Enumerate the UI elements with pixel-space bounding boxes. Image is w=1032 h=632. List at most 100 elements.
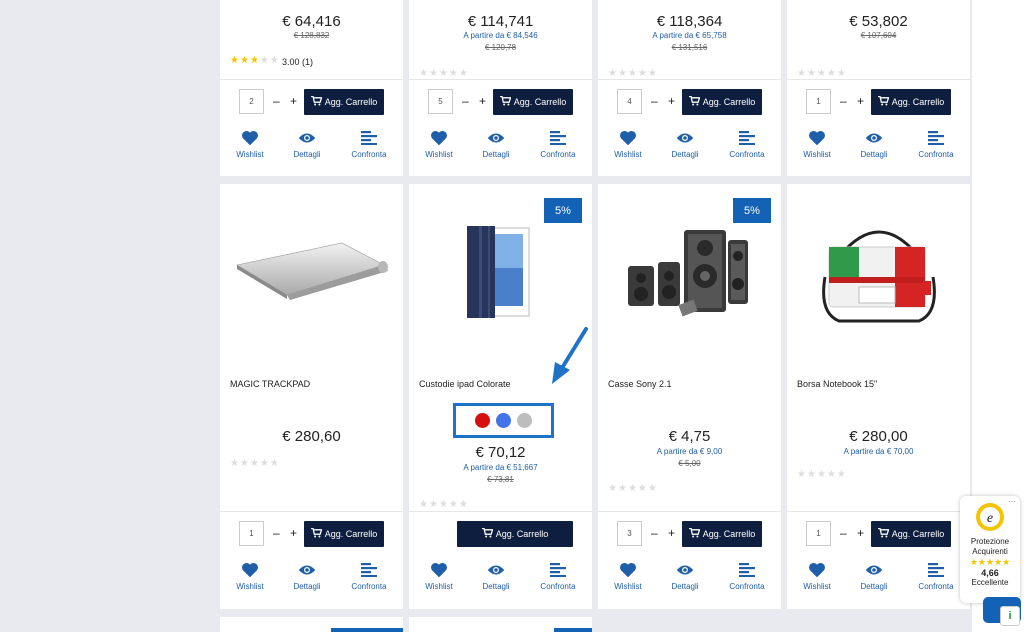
product-card-partial bbox=[409, 617, 592, 632]
trust-stars: ★★★★★ bbox=[969, 557, 1011, 567]
star-icon: ★ bbox=[269, 458, 280, 469]
eye-icon bbox=[282, 562, 332, 578]
details-button[interactable]: Dettagli bbox=[471, 562, 521, 591]
wishlist-button[interactable]: Wishlist bbox=[225, 130, 275, 159]
star-icon: ★ bbox=[617, 483, 628, 494]
quantity-plus-button[interactable]: + bbox=[290, 94, 297, 108]
star-icon: ★ bbox=[458, 499, 469, 510]
wishlist-button[interactable]: Wishlist bbox=[792, 562, 842, 591]
quantity-minus-button[interactable]: – bbox=[651, 526, 658, 540]
wishlist-button[interactable]: Wishlist bbox=[792, 130, 842, 159]
wishlist-button[interactable]: Wishlist bbox=[603, 562, 653, 591]
compare-button[interactable]: Confronta bbox=[911, 130, 961, 159]
compare-list-icon bbox=[722, 130, 772, 146]
details-label: Dettagli bbox=[482, 582, 510, 591]
quantity-minus-button[interactable]: – bbox=[651, 94, 658, 108]
compare-label: Confronta bbox=[729, 582, 765, 591]
compare-button[interactable]: Confronta bbox=[722, 130, 772, 159]
compare-button[interactable]: Confronta bbox=[344, 130, 394, 159]
details-button[interactable]: Dettagli bbox=[849, 562, 899, 591]
product-image[interactable] bbox=[787, 214, 970, 329]
compare-list-icon bbox=[533, 562, 583, 578]
quantity-minus-button[interactable]: – bbox=[840, 94, 847, 108]
product-price-from: A partire da € 51,667 bbox=[463, 463, 538, 472]
heart-icon bbox=[603, 562, 653, 578]
add-to-cart-button[interactable]: Agg. Carrello bbox=[304, 89, 384, 115]
quantity-plus-button[interactable]: + bbox=[857, 526, 864, 540]
quantity-input[interactable]: 3 bbox=[617, 521, 642, 546]
compare-button[interactable]: Confronta bbox=[722, 562, 772, 591]
quantity-minus-button[interactable]: – bbox=[462, 94, 469, 108]
wishlist-button[interactable]: Wishlist bbox=[414, 130, 464, 159]
product-image[interactable] bbox=[409, 214, 592, 329]
details-label: Dettagli bbox=[860, 150, 888, 159]
compare-button[interactable]: Confronta bbox=[533, 562, 583, 591]
add-to-cart-button[interactable]: Agg. Carrello bbox=[457, 521, 573, 547]
quantity-minus-button[interactable]: – bbox=[273, 526, 280, 540]
star-icon: ★ bbox=[816, 469, 827, 480]
quantity-input[interactable]: 1 bbox=[806, 521, 831, 546]
product-price-from: A partire da € 9,00 bbox=[656, 447, 723, 456]
quantity-minus-button[interactable]: – bbox=[273, 94, 280, 108]
star-icon: ★ bbox=[230, 55, 240, 66]
product-name: MAGIC TRACKPAD bbox=[230, 379, 311, 389]
quantity-plus-button[interactable]: + bbox=[290, 526, 297, 540]
details-button[interactable]: Dettagli bbox=[282, 130, 332, 159]
add-to-cart-button[interactable]: Agg. Carrello bbox=[871, 89, 951, 115]
add-to-cart-button[interactable]: Agg. Carrello bbox=[871, 521, 951, 547]
wishlist-button[interactable]: Wishlist bbox=[603, 130, 653, 159]
info-icon[interactable]: i bbox=[1000, 606, 1020, 626]
quantity-input[interactable]: 1 bbox=[239, 521, 264, 546]
details-button[interactable]: Dettagli bbox=[471, 130, 521, 159]
quantity-input[interactable]: 1 bbox=[806, 89, 831, 114]
color-swatch[interactable] bbox=[496, 413, 511, 428]
more-icon[interactable]: ··· bbox=[1008, 497, 1016, 506]
star-icon: ★ bbox=[259, 458, 270, 469]
star-icon: ★ bbox=[647, 483, 658, 494]
add-to-cart-button[interactable]: Agg. Carrello bbox=[682, 89, 762, 115]
quantity-plus-button[interactable]: + bbox=[857, 94, 864, 108]
product-image[interactable] bbox=[598, 214, 781, 329]
add-to-cart-label: Agg. Carrello bbox=[702, 97, 756, 107]
product-old-price: € 131,516 bbox=[671, 43, 708, 52]
product-price: € 4,75 bbox=[668, 428, 711, 445]
add-to-cart-button[interactable]: Agg. Carrello bbox=[304, 521, 384, 547]
product-price: € 114,741 bbox=[467, 13, 534, 30]
quantity-input[interactable]: 2 bbox=[239, 89, 264, 114]
quantity-input[interactable]: 4 bbox=[617, 89, 642, 114]
quantity-plus-button[interactable]: + bbox=[479, 94, 486, 108]
rating-stars: ★★★★★ bbox=[230, 458, 280, 469]
details-label: Dettagli bbox=[671, 582, 699, 591]
star-icon: ★ bbox=[458, 68, 469, 79]
trust-rating: Eccellente bbox=[971, 578, 1009, 587]
compare-button[interactable]: Confronta bbox=[911, 562, 961, 591]
details-button[interactable]: Dettagli bbox=[660, 130, 710, 159]
quantity-input[interactable]: 5 bbox=[428, 89, 453, 114]
star-icon: ★ bbox=[419, 68, 429, 79]
rating-stars: ★★★★★ bbox=[797, 68, 847, 79]
quantity-plus-button[interactable]: + bbox=[668, 94, 675, 108]
add-to-cart-button[interactable]: Agg. Carrello bbox=[493, 89, 573, 115]
cart-icon bbox=[688, 95, 701, 108]
quantity-plus-button[interactable]: + bbox=[668, 526, 675, 540]
wishlist-button[interactable]: Wishlist bbox=[414, 562, 464, 591]
details-button[interactable]: Dettagli bbox=[282, 562, 332, 591]
svg-text:e: e bbox=[987, 511, 993, 526]
details-button[interactable]: Dettagli bbox=[660, 562, 710, 591]
wishlist-button[interactable]: Wishlist bbox=[225, 562, 275, 591]
add-to-cart-button[interactable]: Agg. Carrello bbox=[682, 521, 762, 547]
star-icon: ★ bbox=[797, 469, 807, 480]
heart-icon bbox=[414, 130, 464, 146]
compare-button[interactable]: Confronta bbox=[533, 130, 583, 159]
product-image[interactable] bbox=[220, 214, 403, 329]
star-icon: ★ bbox=[448, 499, 459, 510]
color-swatch[interactable] bbox=[475, 413, 490, 428]
wishlist-label: Wishlist bbox=[803, 150, 831, 159]
add-to-cart-label: Agg. Carrello bbox=[891, 97, 945, 107]
quantity-minus-button[interactable]: – bbox=[840, 526, 847, 540]
star-icon: ★ bbox=[836, 469, 847, 480]
color-swatch[interactable] bbox=[517, 413, 532, 428]
details-button[interactable]: Dettagli bbox=[849, 130, 899, 159]
trusted-shops-badge[interactable]: ··· e Protezione Acquirenti ★★★★★ 4,66 E… bbox=[960, 496, 1020, 603]
compare-button[interactable]: Confronta bbox=[344, 562, 394, 591]
